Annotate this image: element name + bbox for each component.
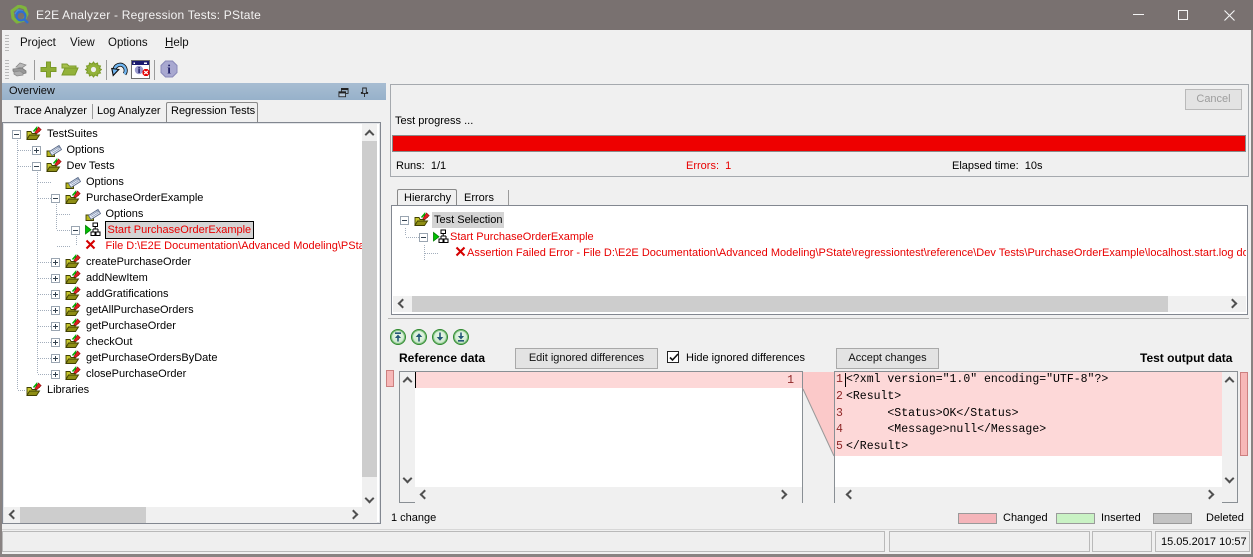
svg-text:i: i [167,62,171,77]
